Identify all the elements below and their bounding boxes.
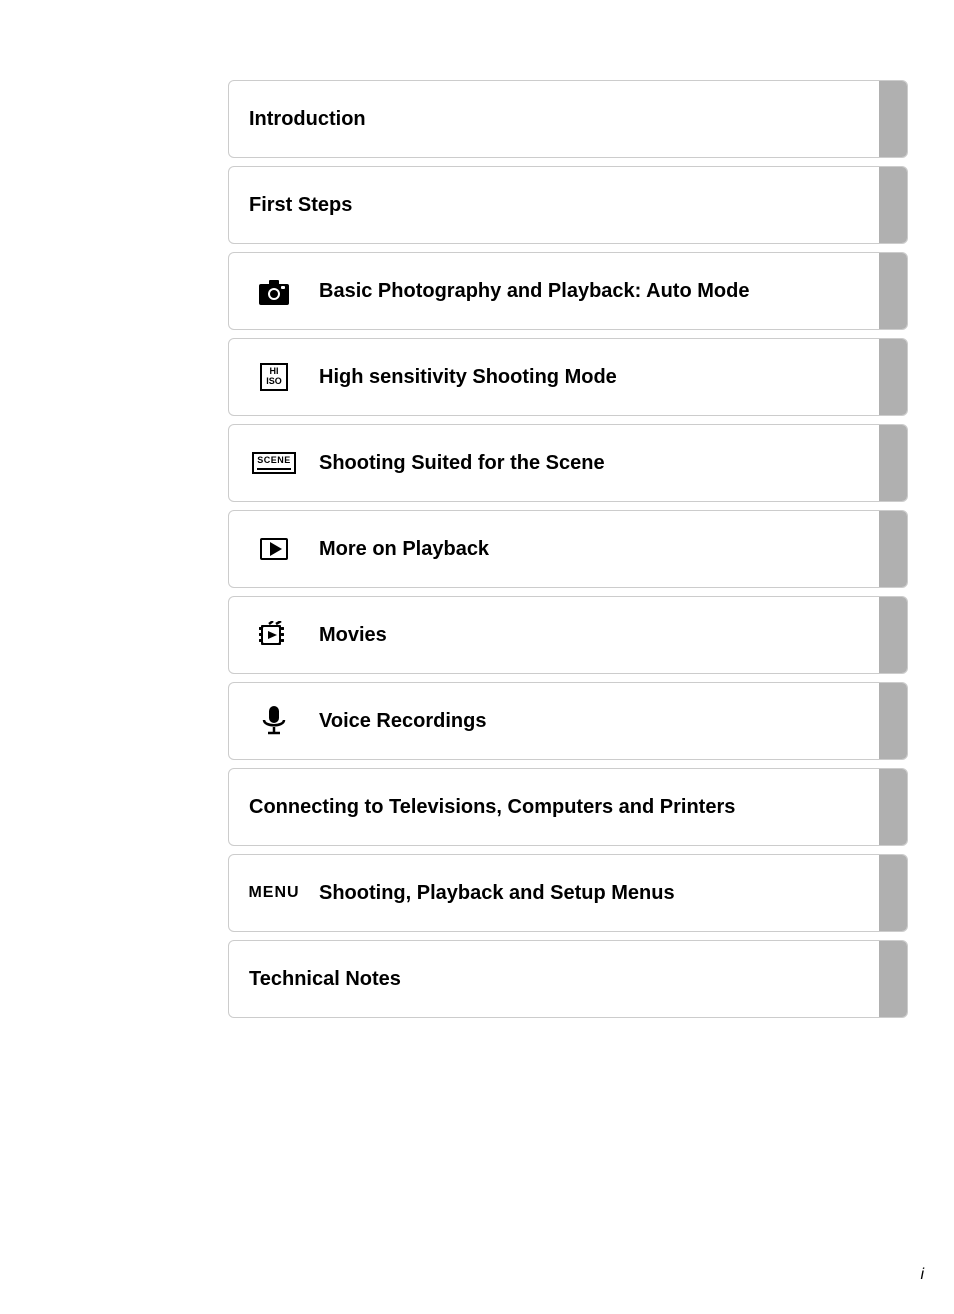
page-container: Introduction First Steps <box>0 0 954 1314</box>
toc-row-voice-recordings[interactable]: Voice Recordings <box>228 682 908 760</box>
toc-tab-high-sensitivity <box>879 339 907 415</box>
toc-row-technical-notes[interactable]: Technical Notes <box>228 940 908 1018</box>
toc-tab-movies <box>879 597 907 673</box>
toc-row-more-playback[interactable]: More on Playback <box>228 510 908 588</box>
toc-label-basic-photography: Basic Photography and Playback: Auto Mod… <box>319 280 749 303</box>
toc-tab-introduction <box>879 81 907 157</box>
toc-label-more-playback: More on Playback <box>319 538 489 561</box>
scene-icon: SCENE <box>249 452 299 474</box>
toc-tab-connecting <box>879 769 907 845</box>
toc-tab-voice-recordings <box>879 683 907 759</box>
toc-label-voice-recordings: Voice Recordings <box>319 710 486 733</box>
toc-row-introduction[interactable]: Introduction <box>228 80 908 158</box>
toc-row-menus[interactable]: MENU Shooting, Playback and Setup Menus <box>228 854 908 932</box>
camera-icon <box>249 277 299 305</box>
play-button-icon <box>260 538 288 560</box>
toc-row-first-steps[interactable]: First Steps <box>228 166 908 244</box>
movie-icon <box>249 621 299 649</box>
toc-label-first-steps: First Steps <box>249 194 352 217</box>
toc-tab-more-playback <box>879 511 907 587</box>
toc-row-movies[interactable]: Movies <box>228 596 908 674</box>
toc-label-movies: Movies <box>319 624 387 647</box>
toc-label-technical-notes: Technical Notes <box>249 968 401 991</box>
toc-label-introduction: Introduction <box>249 108 366 131</box>
toc-tab-technical-notes <box>879 941 907 1017</box>
page-number: i <box>920 1266 924 1284</box>
menu-icon: MENU <box>249 884 299 902</box>
microphone-icon <box>249 706 299 736</box>
toc-label-connecting: Connecting to Televisions, Computers and… <box>249 796 735 819</box>
toc-row-connecting[interactable]: Connecting to Televisions, Computers and… <box>228 768 908 846</box>
toc-row-shooting-scene[interactable]: SCENE Shooting Suited for the Scene <box>228 424 908 502</box>
toc-row-basic-photography[interactable]: Basic Photography and Playback: Auto Mod… <box>228 252 908 330</box>
toc-tab-basic-photography <box>879 253 907 329</box>
play-icon <box>249 538 299 560</box>
toc-row-high-sensitivity[interactable]: HI ISO High sensitivity Shooting Mode <box>228 338 908 416</box>
toc-label-menus: Shooting, Playback and Setup Menus <box>319 882 675 905</box>
toc-tab-menus <box>879 855 907 931</box>
toc-label-high-sensitivity: High sensitivity Shooting Mode <box>319 366 617 389</box>
toc-wrapper: Introduction First Steps <box>228 80 908 1018</box>
toc-tab-shooting-scene <box>879 425 907 501</box>
hi-iso-icon: HI ISO <box>249 363 299 391</box>
toc-label-shooting-scene: Shooting Suited for the Scene <box>319 452 605 475</box>
toc-tab-first-steps <box>879 167 907 243</box>
menu-text-icon: MENU <box>248 884 299 902</box>
